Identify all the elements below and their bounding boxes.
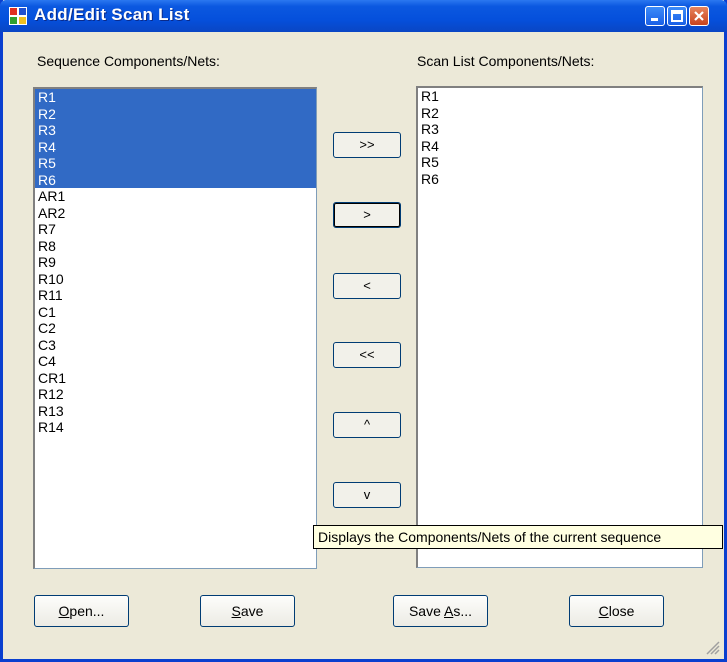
list-item[interactable]: C4 xyxy=(35,353,316,370)
list-item[interactable]: R7 xyxy=(35,221,316,238)
scan-list-components-list[interactable]: R1 R2 R3 R4 R5 R6 xyxy=(416,86,703,568)
save-as-button-label: Save As... xyxy=(408,603,473,619)
list-item[interactable]: C3 xyxy=(35,337,316,354)
app-icon xyxy=(9,7,27,25)
list-item[interactable]: R4 xyxy=(418,138,702,155)
tooltip: Displays the Components/Nets of the curr… xyxy=(313,525,723,549)
sequence-list-label: Sequence Components/Nets: xyxy=(37,53,220,69)
list-item[interactable]: R2 xyxy=(418,105,702,122)
list-item[interactable]: R14 xyxy=(35,419,316,436)
move-up-button[interactable]: ^ xyxy=(333,412,401,438)
list-item[interactable]: R5 xyxy=(418,154,702,171)
maximize-icon xyxy=(671,10,683,22)
save-button-label: Save xyxy=(231,603,264,619)
close-icon xyxy=(694,11,704,21)
add-selected-button[interactable]: > xyxy=(333,202,401,228)
list-item[interactable]: R1 xyxy=(35,89,316,106)
remove-selected-button[interactable]: < xyxy=(333,273,401,299)
add-all-button[interactable]: >> xyxy=(333,132,401,158)
open-button-label: Open... xyxy=(58,603,105,619)
list-item[interactable]: C1 xyxy=(35,304,316,321)
list-item[interactable]: C2 xyxy=(35,320,316,337)
list-item[interactable]: R2 xyxy=(35,105,316,122)
list-item[interactable]: R9 xyxy=(35,254,316,271)
close-window-button[interactable] xyxy=(689,6,709,26)
list-item[interactable]: R10 xyxy=(35,271,316,288)
minimize-button[interactable] xyxy=(645,6,665,26)
close-button[interactable]: Close xyxy=(569,595,664,627)
resize-grip-icon[interactable] xyxy=(704,639,720,655)
list-item[interactable]: R12 xyxy=(35,386,316,403)
title-bar[interactable]: Add/Edit Scan List xyxy=(0,0,727,32)
list-item[interactable]: R4 xyxy=(35,138,316,155)
window-title: Add/Edit Scan List xyxy=(34,5,190,24)
list-item[interactable]: R3 xyxy=(418,121,702,138)
remove-all-button[interactable]: << xyxy=(333,342,401,368)
close-button-label: Close xyxy=(598,603,635,619)
save-as-button[interactable]: Save As... xyxy=(393,595,488,627)
sequence-components-list[interactable]: R1 R2 R3 R4 R5 R6 AR1 AR2 R7 R8 R9 R10 R11 C1 C2 C3 C4 CR… xyxy=(33,87,317,569)
save-button[interactable]: Save xyxy=(200,595,295,627)
maximize-button[interactable] xyxy=(667,6,687,26)
list-item[interactable]: AR1 xyxy=(35,188,316,205)
list-item[interactable]: CR1 xyxy=(35,370,316,387)
minimize-icon xyxy=(651,18,658,21)
list-item[interactable]: R13 xyxy=(35,403,316,420)
scan-list-label: Scan List Components/Nets: xyxy=(417,53,595,69)
list-item[interactable]: R3 xyxy=(35,122,316,139)
list-item[interactable]: AR2 xyxy=(35,205,316,222)
open-button[interactable]: Open... xyxy=(34,595,129,627)
list-item[interactable]: R11 xyxy=(35,287,316,304)
list-item[interactable]: R8 xyxy=(35,238,316,255)
list-item[interactable]: R5 xyxy=(35,155,316,172)
move-down-button[interactable]: v xyxy=(333,482,401,508)
list-item[interactable]: R1 xyxy=(418,88,702,105)
add-edit-scan-list-window: Add/Edit Scan List Sequence Components/N… xyxy=(0,0,727,662)
list-item[interactable]: R6 xyxy=(35,171,316,188)
list-item[interactable]: R6 xyxy=(418,171,702,188)
